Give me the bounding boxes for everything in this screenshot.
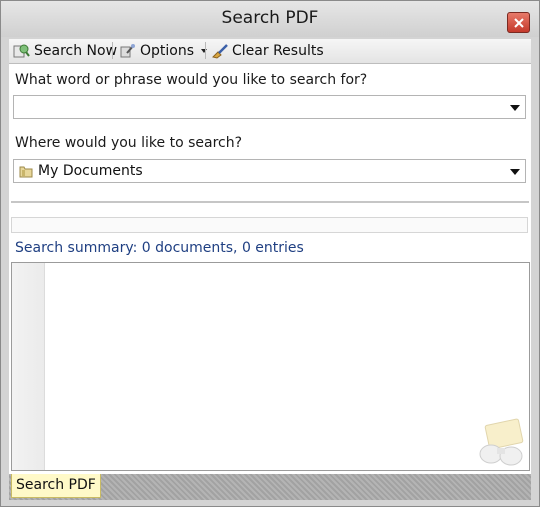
clear-results-icon xyxy=(212,44,228,59)
folder-icon xyxy=(19,166,33,178)
search-summary: Search summary: 0 documents, 0 entries xyxy=(15,240,304,256)
dropdown-arrow-icon[interactable] xyxy=(510,105,520,111)
results-gutter xyxy=(12,263,45,470)
location-combobox[interactable]: My Documents xyxy=(13,159,526,183)
close-icon xyxy=(514,18,524,28)
close-button[interactable] xyxy=(507,12,530,33)
options-button[interactable]: Options xyxy=(119,41,212,61)
search-now-button[interactable]: Search Now xyxy=(13,41,117,61)
options-icon xyxy=(120,44,135,58)
divider xyxy=(11,201,529,203)
title-bar[interactable]: Search PDF xyxy=(1,1,539,37)
toolbar-separator xyxy=(112,42,113,59)
search-panel: What word or phrase would you like to se… xyxy=(9,64,531,474)
clear-results-button[interactable]: Clear Results xyxy=(211,41,324,61)
search-pdf-window: Search PDF Search Now Options Clear Resu… xyxy=(0,0,540,507)
progress-bar xyxy=(11,217,528,233)
results-pane[interactable] xyxy=(11,262,530,471)
phrase-combobox[interactable] xyxy=(13,95,526,119)
tab-search-pdf[interactable]: Search PDF xyxy=(11,474,101,498)
search-now-icon xyxy=(13,44,30,58)
options-label: Options xyxy=(140,43,195,59)
location-label: Where would you like to search? xyxy=(15,135,243,151)
search-now-label: Search Now xyxy=(34,43,118,59)
toolbar-separator xyxy=(205,42,206,59)
dropdown-arrow-icon[interactable] xyxy=(510,169,520,175)
phrase-label: What word or phrase would you like to se… xyxy=(15,72,368,88)
binoculars-watermark-icon xyxy=(479,418,524,466)
bottom-tab-bar: Search PDF xyxy=(9,474,531,500)
clear-results-label: Clear Results xyxy=(232,43,324,59)
location-value: My Documents xyxy=(38,163,143,179)
toolbar: Search Now Options Clear Results xyxy=(9,39,531,64)
window-title: Search PDF xyxy=(221,8,319,28)
